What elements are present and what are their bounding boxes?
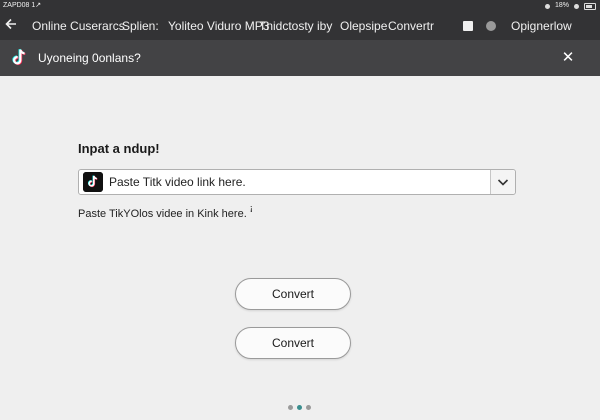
convert-button[interactable]: Convert [235, 278, 351, 310]
page-dot[interactable] [306, 405, 311, 410]
video-url-input[interactable]: Paste Titk video link here. [78, 169, 516, 195]
square-icon[interactable] [463, 21, 473, 31]
dialog-title: Uyoneing 0onlans? [38, 51, 141, 65]
status-icons: 18% [544, 0, 596, 12]
nav-item-online-cuserarcs[interactable]: Online Cuserarcs [32, 12, 125, 40]
input-label: Inpat a ndup! [78, 141, 160, 156]
battery-icon [584, 2, 596, 10]
browser-nav-bar: Online Cuserarcs Splien: Yoliteo Viduro … [0, 12, 600, 40]
nav-item-tnidctosty[interactable]: Tnidctosty iby [259, 12, 332, 40]
page-indicator [288, 405, 311, 410]
wifi-icon [544, 3, 550, 9]
nav-item-convertr[interactable]: Convertr [388, 12, 434, 40]
tiktok-logo-icon [12, 48, 26, 65]
close-icon: ✕ [561, 49, 575, 66]
page-dot-active[interactable] [297, 405, 302, 410]
status-bar: ZAPD08 1↗ 18% [0, 0, 600, 12]
nav-item-video-mp3[interactable]: Yoliteo Viduro MP3 [168, 12, 269, 40]
chevron-down-icon [497, 179, 509, 186]
nav-item-splien[interactable]: Splien: [122, 12, 159, 40]
back-button[interactable] [2, 16, 20, 34]
url-input-value: Paste Titk video link here. [109, 175, 246, 189]
battery-percent: 18% [554, 2, 569, 9]
nav-item-opignerlow[interactable]: Opignerlow [511, 12, 572, 40]
dialog-header: Uyoneing 0onlans? ✕ [0, 40, 600, 76]
nav-item-olepsipe[interactable]: Olepsipe [340, 12, 387, 40]
helper-text: Paste TikYOlos videe in Kink here. ꜞ [78, 208, 253, 220]
profile-icon[interactable] [486, 21, 496, 31]
close-button[interactable]: ✕ [558, 48, 578, 68]
dropdown-toggle[interactable] [490, 170, 515, 194]
status-time: ZAPD08 1↗ [3, 2, 42, 9]
tiktok-icon [83, 172, 103, 192]
convert-button-secondary[interactable]: Convert [235, 327, 351, 359]
signal-icon [574, 3, 579, 9]
page-dot[interactable] [288, 405, 293, 410]
arrow-left-icon [5, 18, 16, 30]
